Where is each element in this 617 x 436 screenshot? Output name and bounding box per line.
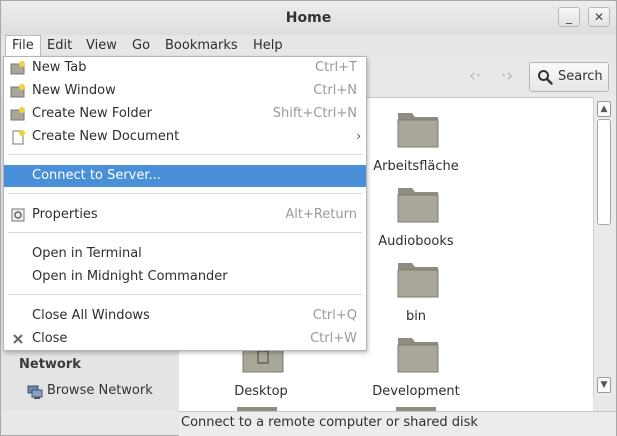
scroll-up-button[interactable]: ▲ [597,101,611,117]
sidebar-heading-network: Network [19,357,81,372]
menu-item-properties[interactable]: Properties Alt+Return [4,204,366,226]
menu-separator [8,232,362,233]
file-name: Development [372,384,460,399]
close-icon [13,334,23,344]
file-item-arbeitsflaeche[interactable]: Arbeitsfläche [361,107,471,179]
file-item-bin[interactable]: bin [361,257,471,329]
forward-icon[interactable]: ·› [501,66,513,86]
menu-separator [8,193,362,194]
file-item-development[interactable]: Development [361,332,471,404]
network-icon [27,385,43,399]
menu-item-close-all-windows[interactable]: Close All Windows Ctrl+Q [4,305,366,327]
file-menu-dropdown: New Tab Ctrl+T New Window Ctrl+N Create … [3,56,367,351]
file-name: Audiobooks [378,234,454,249]
menu-item-new-window[interactable]: New Window Ctrl+N [4,80,366,102]
menu-item-close[interactable]: Close Ctrl+W [4,328,366,350]
file-name: Arbeitsfläche [373,159,459,174]
folder-icon [397,113,439,148]
close-window-button[interactable]: ✕ [588,7,610,27]
menu-separator [8,154,362,155]
menu-help[interactable]: Help [247,35,289,57]
menu-edit[interactable]: Edit [41,35,78,57]
menu-file[interactable]: File [5,35,41,57]
minimize-icon: _ [566,10,572,24]
minimize-button[interactable]: _ [558,7,580,27]
properties-icon [11,208,25,222]
search-button[interactable]: Search [529,62,609,92]
close-icon: ✕ [593,10,605,24]
new-folder-icon [10,107,25,121]
folder-icon [397,338,439,373]
menu-go[interactable]: Go [126,35,156,57]
file-manager-window: Home _ ✕ File Edit View Go Bookmarks Hel… [0,0,617,436]
window-title: Home [285,10,332,26]
status-bar: Connect to a remote computer or shared d… [179,411,616,436]
menu-item-new-tab[interactable]: New Tab Ctrl+T [4,57,366,79]
menu-item-connect-to-server[interactable]: Connect to Server... [4,165,366,187]
status-text: Connect to a remote computer or shared d… [181,415,478,430]
title-bar[interactable]: Home _ ✕ [1,1,616,35]
scroll-down-button[interactable]: ▼ [597,377,611,393]
new-tab-icon [10,61,25,75]
search-label: Search [558,69,603,84]
new-document-icon [12,130,25,145]
folder-icon [397,263,439,298]
back-icon[interactable]: ‹· [469,66,481,86]
vertical-scrollbar[interactable]: ▲ ▼ [593,97,616,397]
menu-item-create-new-document[interactable]: Create New Document › [4,126,366,148]
file-name: Desktop [234,384,288,399]
menu-item-create-new-folder[interactable]: Create New Folder Shift+Ctrl+N [4,103,366,125]
scroll-thumb[interactable] [597,119,611,225]
submenu-arrow-icon: › [356,129,361,143]
menu-bookmarks[interactable]: Bookmarks [159,35,244,57]
file-item-audiobooks[interactable]: Audiobooks [361,182,471,254]
file-name: bin [405,309,427,324]
folder-icon [397,188,439,223]
new-window-icon [10,84,25,98]
search-icon [538,70,553,85]
menu-item-open-in-terminal[interactable]: Open in Terminal [4,243,366,265]
menu-view[interactable]: View [80,35,123,57]
sidebar-item-label: Browse Network [47,383,153,398]
menu-item-open-in-midnight-commander[interactable]: Open in Midnight Commander [4,266,366,288]
menu-separator [8,294,362,295]
menu-bar: File Edit View Go Bookmarks Help [1,35,616,57]
